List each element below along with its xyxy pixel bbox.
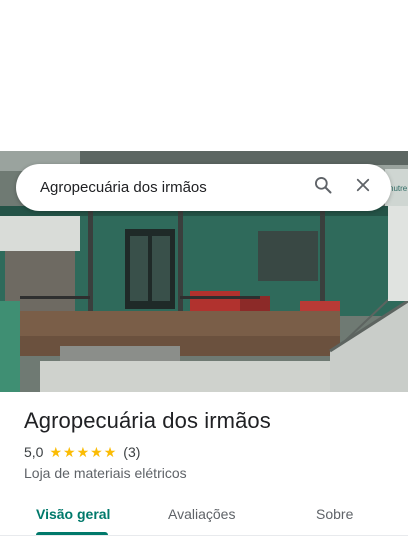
tab-bar: Visão geral Avaliações Sobre xyxy=(0,496,408,536)
rating-value: 5,0 xyxy=(24,444,44,460)
star-icon: ★ xyxy=(49,444,63,460)
rating-row[interactable]: 5,0 ★ ★ ★ ★ ★ (3) xyxy=(24,444,140,460)
search-input[interactable]: Agropecuária dos irmãos xyxy=(16,179,303,196)
tab-about[interactable]: Sobre xyxy=(316,506,353,522)
place-title: Agropecuária dos irmãos xyxy=(24,408,271,433)
search-button[interactable] xyxy=(303,168,343,208)
star-icon: ★ xyxy=(63,444,76,460)
search-icon xyxy=(313,175,333,200)
star-icon: ★ xyxy=(90,444,103,460)
close-button[interactable] xyxy=(343,168,383,208)
star-icon: ★ xyxy=(103,444,117,460)
star-icon: ★ xyxy=(76,444,90,460)
sign-text: nutre xyxy=(389,184,408,193)
review-count[interactable]: (3) xyxy=(123,444,140,460)
search-bar[interactable]: Agropecuária dos irmãos xyxy=(16,164,391,211)
tab-overview[interactable]: Visão geral xyxy=(36,506,110,522)
tab-reviews[interactable]: Avaliações xyxy=(168,506,235,522)
close-icon xyxy=(354,176,372,199)
star-rating: ★ ★ ★ ★ ★ xyxy=(49,445,117,459)
place-page: nutre Agropecuária dos irmãos Agropecuár… xyxy=(0,0,408,544)
active-tab-indicator xyxy=(36,532,108,535)
place-category[interactable]: Loja de materiais elétricos xyxy=(24,465,187,481)
